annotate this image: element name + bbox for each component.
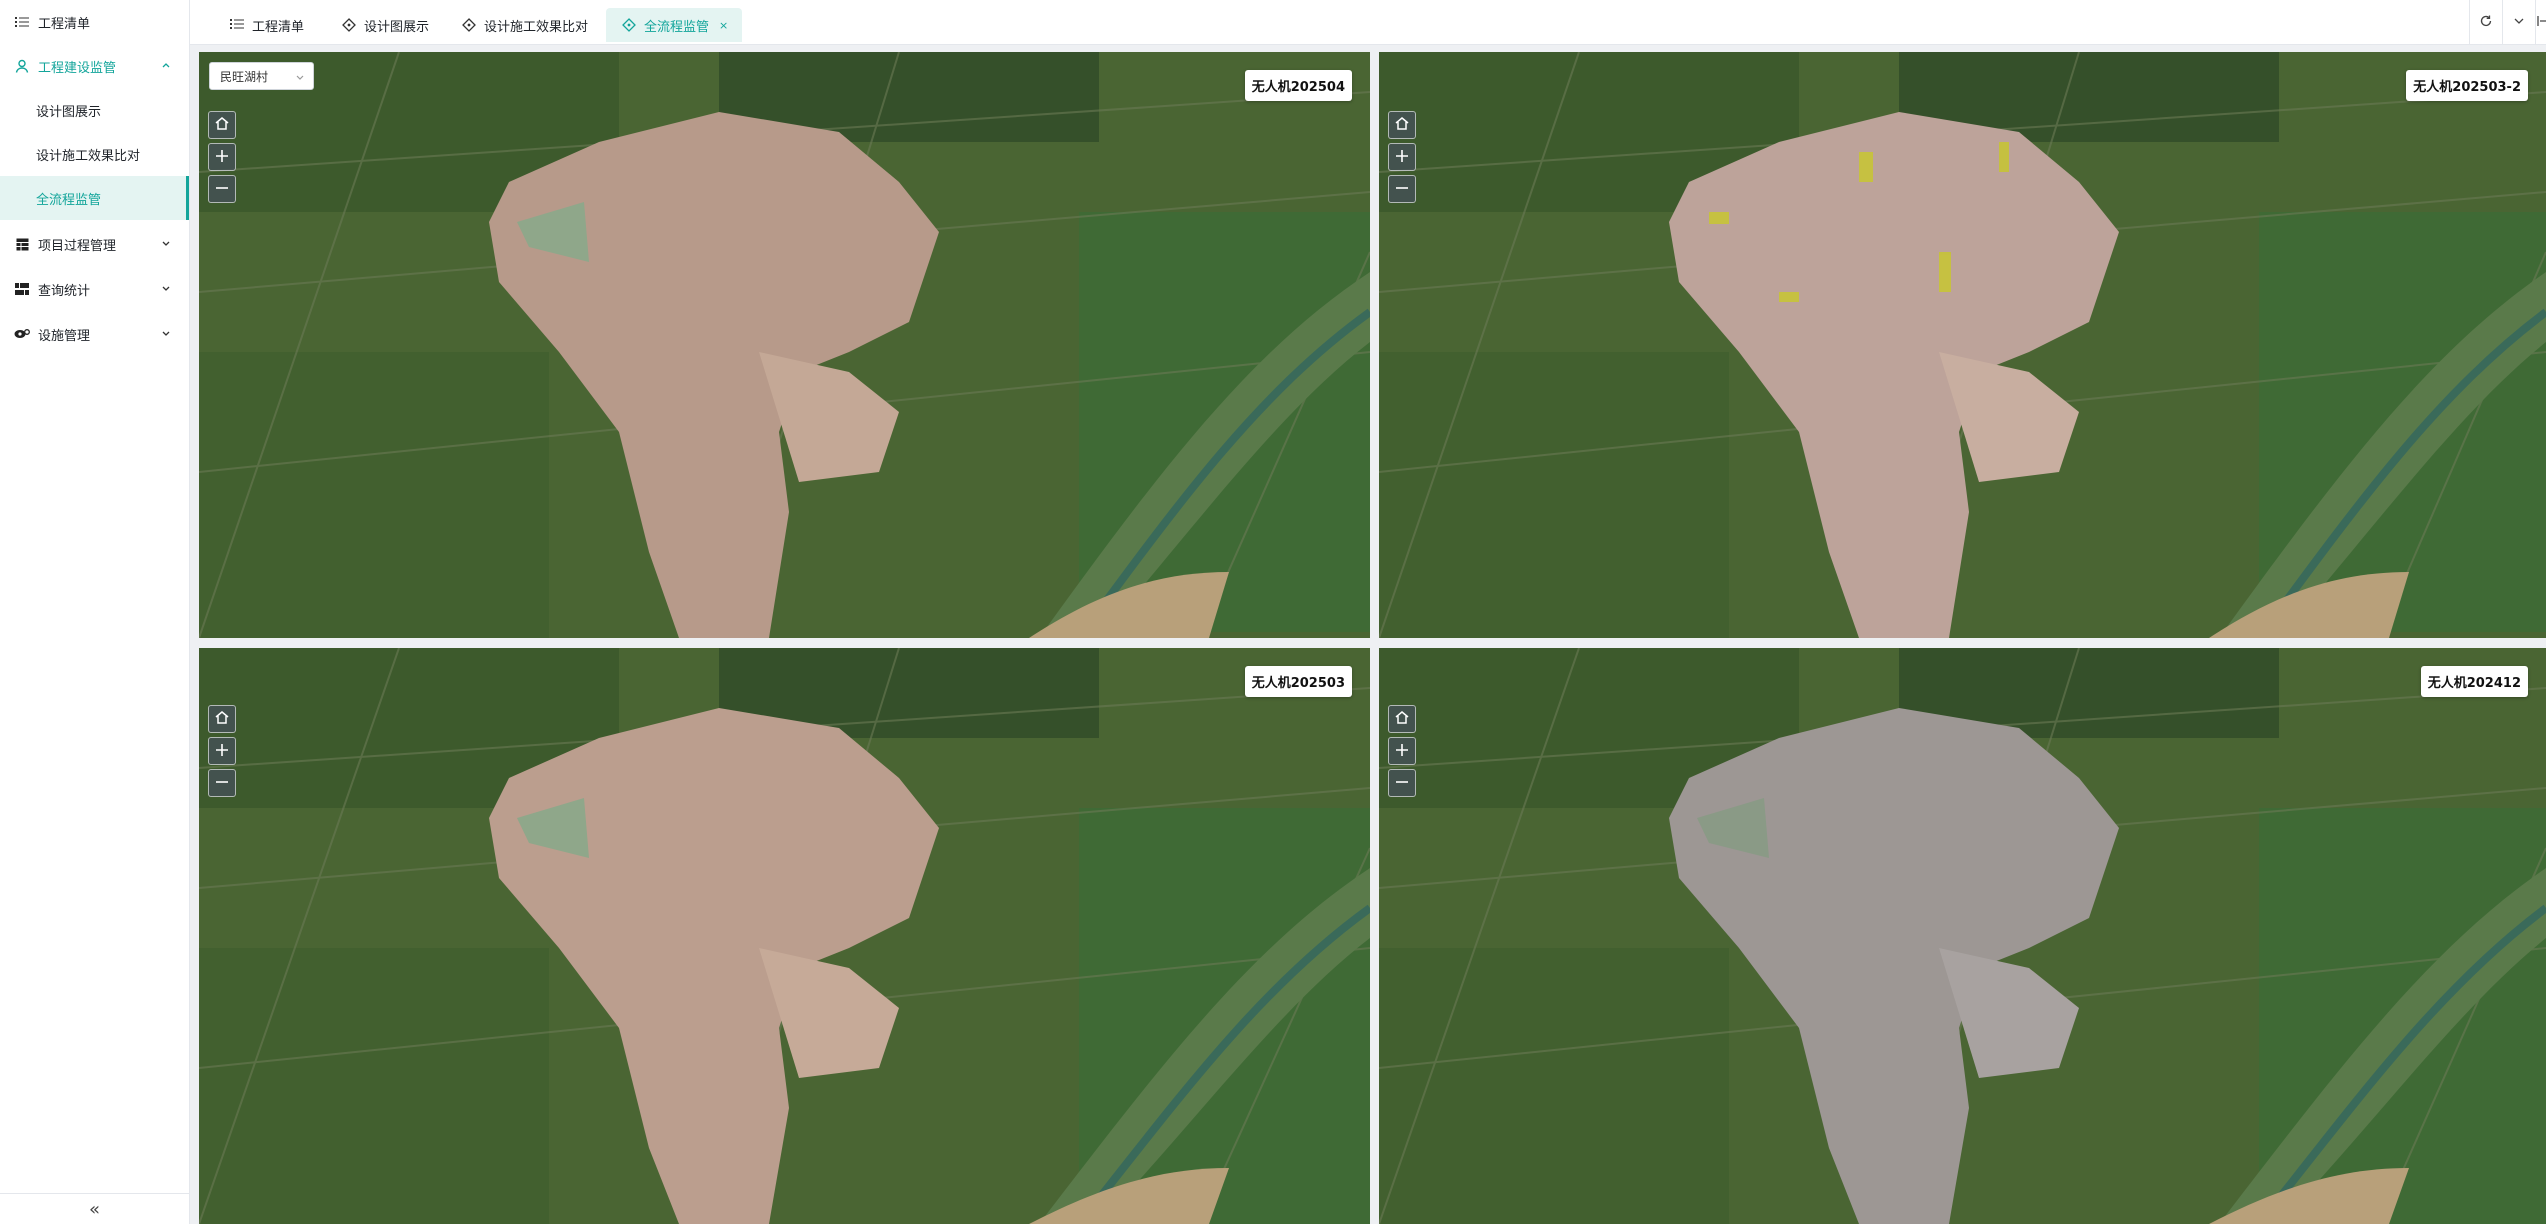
sidebar-collapse-button[interactable]: «	[0, 1193, 189, 1224]
sidebar-item-label: 查询统计	[38, 283, 91, 299]
zoom-in-button[interactable]	[208, 737, 236, 765]
minus-icon	[215, 774, 229, 793]
plus-icon	[215, 148, 229, 167]
grid-icon	[14, 281, 30, 297]
sidebar-item-label: 全流程监管	[36, 192, 102, 208]
tab-bar: 工程清单 设计图展示 设计施工效果比对 全流程监管 ×	[190, 0, 2546, 45]
map-panel-3[interactable]: 无人机202503	[199, 648, 1370, 1224]
zoom-in-button[interactable]	[1388, 143, 1416, 171]
village-select-value: 民旺湖村	[220, 69, 269, 84]
minus-icon	[215, 180, 229, 199]
tab-toolbar	[2469, 0, 2546, 44]
sidebar-item-process-management[interactable]: 项目过程管理	[0, 222, 189, 266]
home-icon	[214, 115, 230, 135]
zoom-in-button[interactable]	[1388, 737, 1416, 765]
tab-label: 设计图展示	[364, 19, 430, 35]
sidebar-item-facility-management[interactable]: 设施管理	[0, 312, 189, 356]
tab-label: 工程清单	[252, 19, 305, 35]
expand-icon	[2512, 13, 2526, 32]
list-icon	[14, 14, 30, 30]
zoom-out-button[interactable]	[208, 769, 236, 797]
map-home-button[interactable]	[208, 111, 236, 139]
panel-label: 无人机202503-2	[2406, 70, 2528, 101]
panel-label: 无人机202504	[1244, 70, 1352, 101]
tab-design-comparison[interactable]: 设计施工效果比对	[462, 8, 588, 42]
map-home-button[interactable]	[1388, 705, 1416, 733]
map-panel-1[interactable]: 民旺湖村 无人机202504	[199, 52, 1370, 638]
chevron-up-icon	[159, 58, 173, 72]
list-icon	[230, 18, 244, 32]
sidebar-item-label: 设施管理	[38, 328, 91, 344]
tab-label: 设计施工效果比对	[484, 19, 589, 35]
settings-eye-icon	[14, 326, 30, 342]
satellite-map-image	[199, 648, 1370, 1224]
map-panel-2[interactable]: 无人机202503-2	[1379, 52, 2546, 638]
panel-label: 无人机202503	[1244, 666, 1352, 697]
double-chevron-left-icon: «	[88, 1198, 100, 1220]
sidebar-item-project-list[interactable]: 工程清单	[0, 0, 189, 44]
tab-label: 全流程监管	[644, 19, 710, 35]
sidebar-item-full-process[interactable]: 全流程监管	[0, 176, 189, 220]
map-panel-4[interactable]: 无人机202412	[1379, 648, 2546, 1224]
tab-full-process[interactable]: 全流程监管 ×	[606, 8, 743, 42]
chevron-down-icon	[159, 281, 173, 295]
sidebar-item-label: 设计图展示	[36, 104, 102, 120]
minus-icon	[1395, 774, 1409, 793]
zoom-out-button[interactable]	[1388, 175, 1416, 203]
sidebar-item-design-comparison[interactable]: 设计施工效果比对	[0, 132, 189, 176]
diamond-icon	[462, 18, 476, 32]
map-home-button[interactable]	[1388, 111, 1416, 139]
village-select[interactable]: 民旺湖村	[209, 62, 314, 90]
sidebar-item-label: 工程清单	[38, 16, 91, 32]
chevron-down-icon	[159, 326, 173, 340]
home-icon	[1394, 709, 1410, 729]
close-icon[interactable]: ×	[719, 19, 728, 32]
chevron-down-icon	[159, 236, 173, 250]
expand-button[interactable]	[2502, 0, 2535, 44]
tab-project-list[interactable]: 工程清单	[230, 8, 304, 42]
sidebar-item-label: 设计施工效果比对	[36, 148, 141, 164]
fullscreen-button[interactable]	[2535, 0, 2546, 44]
fullscreen-icon	[2536, 13, 2546, 32]
satellite-map-image	[199, 52, 1370, 638]
home-icon	[214, 709, 230, 729]
sidebar-item-design-display[interactable]: 设计图展示	[0, 88, 189, 132]
sidebar-item-construction-supervision[interactable]: 工程建设监管	[0, 44, 189, 88]
satellite-map-image	[1379, 648, 2546, 1224]
chevron-down-icon	[295, 71, 305, 81]
minus-icon	[1395, 180, 1409, 199]
home-icon	[1394, 115, 1410, 135]
diamond-icon	[622, 18, 636, 32]
refresh-icon	[2479, 13, 2493, 32]
sidebar-item-label: 项目过程管理	[38, 238, 117, 254]
plus-icon	[1395, 148, 1409, 167]
zoom-out-button[interactable]	[208, 175, 236, 203]
sidebar-item-label: 工程建设监管	[38, 60, 117, 76]
table-icon	[14, 236, 30, 252]
map-home-button[interactable]	[208, 705, 236, 733]
sidebar: 工程清单 工程建设监管 设计图展示 设计施工效果比对 全流程监管 项目过程管理 …	[0, 0, 190, 1224]
plus-icon	[1395, 742, 1409, 761]
user-icon	[14, 58, 30, 74]
plus-icon	[215, 742, 229, 761]
zoom-in-button[interactable]	[208, 143, 236, 171]
sidebar-item-query-statistics[interactable]: 查询统计	[0, 267, 189, 311]
refresh-button[interactable]	[2469, 0, 2502, 44]
satellite-map-image	[1379, 52, 2546, 638]
zoom-out-button[interactable]	[1388, 769, 1416, 797]
panel-label: 无人机202412	[2420, 666, 2528, 697]
diamond-icon	[342, 18, 356, 32]
tab-design-display[interactable]: 设计图展示	[342, 8, 429, 42]
